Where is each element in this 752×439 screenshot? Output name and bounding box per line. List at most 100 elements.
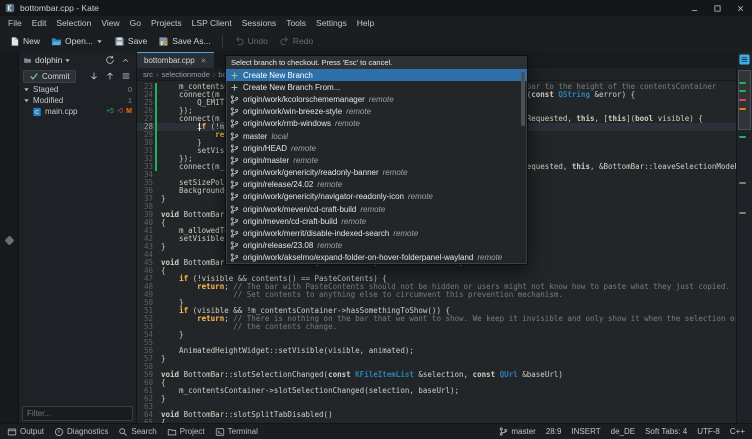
menu-item-tools[interactable]: Tools	[281, 18, 311, 28]
save-as-button[interactable]: Save As...	[153, 34, 215, 49]
menu-item-sessions[interactable]: Sessions	[237, 18, 282, 28]
project-toolview-button[interactable]: Project	[167, 427, 205, 437]
tab-bottombar-cpp[interactable]: bottombar.cpp	[137, 52, 214, 68]
open-button[interactable]: Open...	[46, 34, 108, 49]
menu-item-go[interactable]: Go	[125, 18, 146, 28]
menu-item-selection[interactable]: Selection	[51, 18, 96, 28]
git-toolview-icon[interactable]	[4, 56, 15, 424]
expander-icon[interactable]	[23, 86, 30, 93]
branch-label: origin/work/genericity/navigator-readonl…	[243, 192, 404, 201]
popup-title: Select branch to checkout. Press 'Esc' t…	[226, 56, 527, 69]
code-text: }	[157, 395, 166, 403]
branch-list-item[interactable]: origin/work/kcolorschememanagerremote	[226, 93, 527, 105]
code-line[interactable]: 61 m_contentsContainer->slotSelectionCha…	[137, 387, 736, 395]
code-line[interactable]: 59void BottomBar::slotSelectionChanged(c…	[137, 371, 736, 379]
menu-item-view[interactable]: View	[96, 18, 124, 28]
window-controls	[683, 0, 752, 16]
close-button[interactable]	[729, 0, 752, 16]
branch-list-item[interactable]: origin/work/win-breeze-styleremote	[226, 106, 527, 118]
kate-window: bottombar.cpp - Kate FileEditSelectionVi…	[0, 0, 752, 439]
branch-icon	[230, 95, 239, 104]
search-toolview-button[interactable]: Search	[118, 427, 156, 437]
project-selector[interactable]: dolphin	[35, 55, 100, 65]
breadcrumb-src[interactable]: src	[143, 70, 153, 79]
filter-input[interactable]	[22, 406, 133, 421]
branch-list-item[interactable]: Create New Branch From...	[226, 81, 527, 93]
branch-list-item[interactable]: origin/release/23.08remote	[226, 240, 527, 252]
menu-item-lsp-client[interactable]: LSP Client	[187, 18, 237, 28]
branch-scope-label: remote	[291, 144, 316, 153]
toolbar-button-label: Save	[128, 36, 147, 46]
git-file-main-cpp[interactable]: Cmain.cpp+5-0M	[19, 106, 136, 117]
branch-list-item[interactable]: origin/work/meven/cd-craft-buildremote	[226, 203, 527, 215]
branch-list-item[interactable]: origin/work/genericity/readonly-bannerre…	[226, 167, 527, 179]
git-pull-button[interactable]	[87, 70, 100, 83]
new-button[interactable]: New	[4, 34, 45, 49]
status-dictionary[interactable]: de_DE	[611, 427, 635, 436]
status-highlight-mode[interactable]: C++	[730, 427, 745, 436]
branch-label: origin/work/akselmo/expand-folder-on-hov…	[243, 253, 473, 262]
code-line[interactable]: 62}	[137, 395, 736, 403]
menu-item-projects[interactable]: Projects	[146, 18, 187, 28]
toolbar-button-label: Undo	[248, 36, 268, 46]
status-cursor-position[interactable]: 28:9	[546, 427, 562, 436]
undo-button[interactable]: Undo	[229, 34, 273, 49]
menu-item-edit[interactable]: Edit	[27, 18, 52, 28]
branch-list-item[interactable]: origin/work/genericity/navigator-readonl…	[226, 191, 527, 203]
status-input-mode[interactable]: INSERT	[571, 427, 600, 436]
terminal-toolview-button[interactable]: Terminal	[215, 427, 258, 437]
tab-close-icon[interactable]	[200, 57, 207, 64]
maximize-button[interactable]	[706, 0, 729, 16]
branch-list-item[interactable]: origin/masterremote	[226, 154, 527, 166]
status-encoding[interactable]: UTF-8	[697, 427, 720, 436]
status-git-branch[interactable]: master	[499, 427, 535, 436]
code-line[interactable]: 54 }	[137, 331, 736, 339]
refresh-button[interactable]	[103, 54, 116, 67]
branch-scope-label: remote	[383, 168, 408, 177]
status-label: C++	[730, 427, 745, 436]
save-button[interactable]: Save	[109, 34, 152, 49]
git-section-modified[interactable]: Modified1	[19, 95, 136, 106]
branch-list-item[interactable]: masterlocal	[226, 130, 527, 142]
code-text: }	[157, 355, 166, 363]
redo-button[interactable]: Redo	[274, 34, 318, 49]
output-toolview-button[interactable]: Output	[7, 427, 44, 437]
branch-list-item[interactable]: origin/HEADremote	[226, 142, 527, 154]
diagnostics-toolview-button[interactable]: Diagnostics	[54, 427, 108, 437]
branch-list-item[interactable]: origin/work/akselmo/expand-folder-on-hov…	[226, 252, 527, 264]
status-tab-settings[interactable]: Soft Tabs: 4	[645, 427, 687, 436]
branch-list-item[interactable]: origin/work/merrit/disable-indexed-searc…	[226, 227, 527, 239]
minimize-button[interactable]	[683, 0, 706, 16]
toolview-button-label: Diagnostics	[67, 427, 108, 436]
code-line[interactable]: 57}	[137, 355, 736, 363]
minimap-mark	[739, 90, 746, 92]
git-section-staged[interactable]: Staged0	[19, 84, 136, 95]
branch-list-item[interactable]: origin/work/rmb-windowsremote	[226, 118, 527, 130]
code-line[interactable]: 64void BottomBar::slotSplitTabDisabled()	[137, 411, 736, 419]
check-icon	[29, 71, 39, 81]
code-text: // the contents change.	[157, 323, 337, 331]
branch-label: origin/work/meven/cd-craft-build	[243, 205, 356, 214]
code-text: }	[157, 195, 166, 203]
branch-list-item[interactable]: Create New Branch	[226, 69, 527, 81]
git-push-button[interactable]	[103, 70, 116, 83]
branch-label: origin/meven/cd-craft-build	[243, 217, 337, 226]
popup-scrollbar[interactable]	[521, 72, 525, 126]
code-line[interactable]: 49 // Set contents to anything else to c…	[137, 291, 736, 299]
code-line[interactable]: 56 AnimatedHeightWidget::setVisible(visi…	[137, 347, 736, 355]
expander-icon[interactable]	[23, 97, 30, 104]
folder-open-icon	[51, 36, 62, 47]
menu-item-help[interactable]: Help	[352, 18, 379, 28]
collapse-panel-button[interactable]	[119, 54, 132, 67]
document-list-button[interactable]	[739, 54, 750, 65]
commit-button[interactable]: Commit	[23, 70, 76, 83]
menu-item-file[interactable]: File	[3, 18, 27, 28]
code-text: void BottomBar::slotSplitTabDisabled()	[157, 411, 333, 419]
code-line[interactable]: 53 // the contents change.	[137, 323, 736, 331]
branch-list-item[interactable]: origin/release/24.02remote	[226, 179, 527, 191]
breadcrumb-selectionmode[interactable]: selectionmode	[162, 70, 210, 79]
menu-item-settings[interactable]: Settings	[311, 18, 352, 28]
git-menu-button[interactable]	[119, 70, 132, 83]
scrollbar-minimap[interactable]	[736, 52, 752, 424]
branch-list-item[interactable]: origin/meven/cd-craft-buildremote	[226, 215, 527, 227]
